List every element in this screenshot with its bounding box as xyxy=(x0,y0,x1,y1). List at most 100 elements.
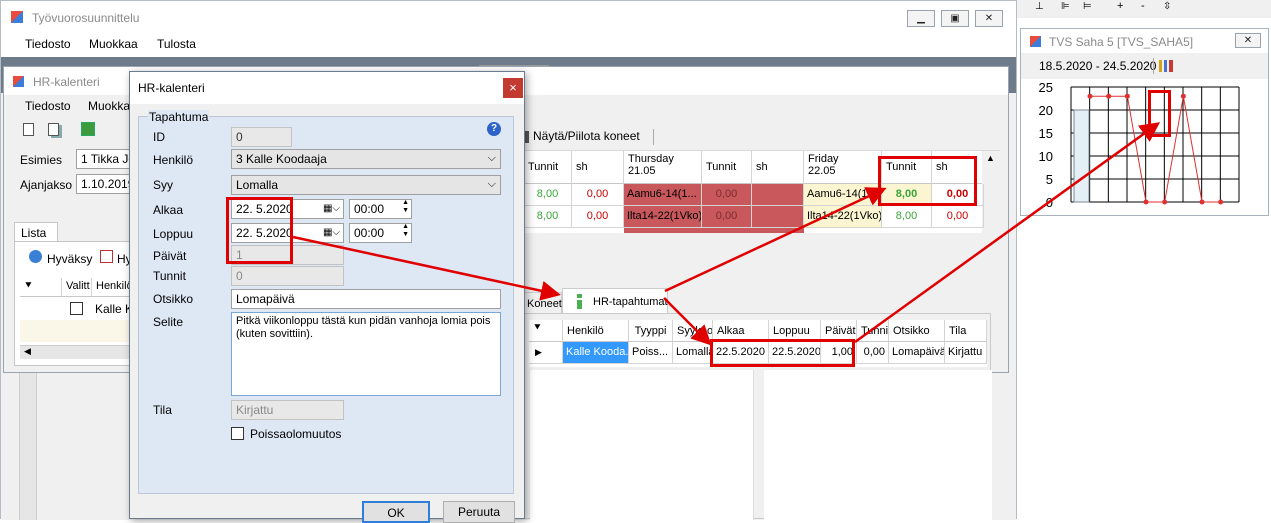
otsikko-field[interactable]: Lomapäivä xyxy=(231,289,501,309)
hyvaksy-button[interactable]: Hyväksy xyxy=(47,252,92,266)
poissaolomuutos-checkbox[interactable] xyxy=(231,427,244,440)
machine-toggle-icon[interactable] xyxy=(525,131,529,143)
tab-koneet[interactable]: Koneet xyxy=(524,292,562,314)
hr-col-otsikko[interactable]: Otsikko xyxy=(889,320,945,342)
annotation-box-chart-bar xyxy=(1148,90,1171,137)
hr-col-filter[interactable]: ⯆ xyxy=(529,320,563,342)
align-right-icon[interactable]: ⊨ xyxy=(1083,1,1092,12)
hdr-tunnit-1[interactable]: Tunnit xyxy=(524,151,572,184)
spinner-icon[interactable]: ▲ ▼ xyxy=(402,200,409,215)
hdr-sh-2[interactable]: sh xyxy=(752,151,804,184)
col-valitt[interactable]: Valitt xyxy=(62,278,92,297)
r2-tunnit-c[interactable]: 8,00 xyxy=(882,206,932,228)
hdr-thursday[interactable]: Thursday 21.05 xyxy=(624,151,702,184)
tab-lista-label: Lista xyxy=(21,226,47,240)
row-select-checkbox[interactable] xyxy=(70,302,83,315)
minimize-button[interactable]: ▁ xyxy=(907,10,935,27)
hr-col-tunnit[interactable]: Tunnit xyxy=(857,320,889,342)
r2-tunnit-b[interactable]: 0,00 xyxy=(702,206,752,228)
calendar-icon[interactable]: ▦⌵ xyxy=(323,201,340,216)
r2-tunnit-a[interactable]: 8,00 xyxy=(524,206,572,228)
calendar-icon[interactable]: ▦⌵ xyxy=(323,225,340,240)
r1-tunnit-a[interactable]: 8,00 xyxy=(524,184,572,206)
filter-icon[interactable]: ⯆ xyxy=(20,278,62,297)
nayta-piilota-button[interactable]: Näytä/Piilota koneet xyxy=(533,129,640,143)
r1-sh-b[interactable] xyxy=(752,184,804,206)
help-icon[interactable]: ? xyxy=(487,122,501,136)
align-left-icon[interactable]: ⊫ xyxy=(1061,1,1070,12)
hdr-thursday-date: 21.05 xyxy=(628,165,656,177)
henkilo-select[interactable]: 3 Kalle Koodaaja ⌵ xyxy=(231,149,501,169)
r2-sh-a[interactable]: 0,00 xyxy=(572,206,624,228)
hr-event-dialog: HR-kalenteri × Tapahtuma ? ID 0 Henkilö … xyxy=(129,71,525,523)
refresh-icon[interactable] xyxy=(81,122,95,136)
hr-row-syykoo[interactable]: Lomalla xyxy=(673,342,713,364)
maximize-button[interactable]: ▣ xyxy=(941,10,969,27)
chart-title-bar: TVS Saha 5 [TVS_SAHA5] ✕ xyxy=(1021,29,1268,53)
vscrollbar[interactable]: ▲ xyxy=(982,151,1000,233)
chart-window-title: TVS Saha 5 [TVS_SAHA5] xyxy=(1049,35,1194,49)
tila-field: Kirjattu xyxy=(231,400,344,420)
poissaolomuutos-label: Poissaolomuutos xyxy=(250,427,342,441)
hdr-sh-1[interactable]: sh xyxy=(572,151,624,184)
hdr-friday[interactable]: Friday 22.05 xyxy=(804,151,882,184)
r2-shift-friday[interactable]: Ilta14-22(1Vko) xyxy=(804,206,882,228)
chart-close-button[interactable]: ✕ xyxy=(1235,33,1261,48)
r2-sh-c[interactable]: 0,00 xyxy=(932,206,984,228)
spinner-icon[interactable]: ▲ ▼ xyxy=(402,224,409,239)
close-icon: × xyxy=(509,80,517,95)
ok-button[interactable]: OK xyxy=(362,501,430,523)
chart-period: 18.5.2020 - 24.5.2020 xyxy=(1039,59,1157,73)
hr-col-tila[interactable]: Tila xyxy=(945,320,987,342)
syy-select[interactable]: Lomalla ⌵ xyxy=(231,175,501,195)
new-document-icon[interactable] xyxy=(23,123,34,136)
r1-tunnit-b[interactable]: 0,00 xyxy=(702,184,752,206)
hr-row-tyyppi[interactable]: Poiss... xyxy=(629,342,673,364)
alkaa-time[interactable]: 00:00 ▲ ▼ xyxy=(349,199,412,219)
alkaa-time-value: 00:00 xyxy=(354,202,385,216)
selite-textarea[interactable]: Pitkä viikonloppu tästä kun pidän vanhoj… xyxy=(231,312,501,396)
r2-shift-thursday[interactable]: Ilta14-22(1Vko) xyxy=(624,206,702,228)
hr-col-tyyppi[interactable]: Tyyppi xyxy=(629,320,673,342)
zoom-in-icon[interactable]: + xyxy=(1117,0,1123,12)
hr-row-arrow-icon[interactable]: ▶ xyxy=(529,342,563,364)
menu-tiedosto[interactable]: Tiedosto xyxy=(25,37,71,51)
hr-row-tunnit[interactable]: 0,00 xyxy=(857,342,889,364)
bar-chart-icon[interactable] xyxy=(1159,60,1173,72)
tab-hr-tapahtumat[interactable]: HR-tapahtumat xyxy=(562,288,668,314)
hr-menu-tiedosto[interactable]: Tiedosto xyxy=(25,99,71,113)
copy-icon[interactable] xyxy=(48,123,59,136)
r1-sh-a[interactable]: 0,00 xyxy=(572,184,624,206)
lista-hscrollbar[interactable]: ◀ xyxy=(20,345,136,359)
menu-muokkaa[interactable]: Muokkaa xyxy=(89,37,138,51)
r3-shift-thursday[interactable] xyxy=(624,228,804,233)
r1-shift-thursday[interactable]: Aamu6-14(1... xyxy=(624,184,702,206)
tunnit-label: Tunnit xyxy=(153,269,186,283)
hr-col-henkilo[interactable]: Henkilö xyxy=(563,320,629,342)
capacity-point xyxy=(1162,199,1168,205)
r2-sh-b[interactable] xyxy=(752,206,804,228)
esimies-field[interactable]: 1 Tikka Jo xyxy=(76,149,136,169)
sort-icon[interactable]: ⇳ xyxy=(1163,1,1171,12)
tab-lista[interactable]: Lista xyxy=(14,222,58,242)
hr-window-title: HR-kalenteri xyxy=(33,75,100,89)
scroll-up-icon[interactable]: ▲ xyxy=(986,153,995,163)
hdr-tunnit-2[interactable]: Tunnit xyxy=(702,151,752,184)
menu-tulosta[interactable]: Tulosta xyxy=(157,37,196,51)
scroll-left-icon[interactable]: ◀ xyxy=(24,346,31,357)
hr-menu-muokkaa[interactable]: Muokka xyxy=(88,99,130,113)
dialog-close-button[interactable]: × xyxy=(503,78,523,98)
hr-row-tila[interactable]: Kirjattu xyxy=(945,342,987,364)
cancel-button[interactable]: Peruuta xyxy=(443,501,515,523)
r1-shift-friday[interactable]: Aamu6-14(1... xyxy=(804,184,882,206)
ajanjakso-field[interactable]: 1.10.2019 xyxy=(76,174,136,194)
pin-icon[interactable]: ⊥ xyxy=(1035,1,1044,12)
hr-row-henkilo[interactable]: Kalle Kooda... xyxy=(563,342,629,364)
hr-col-syykoo[interactable]: Syykoo xyxy=(673,320,713,342)
close-window-button[interactable]: ✕ xyxy=(975,10,1003,27)
zoom-out-icon[interactable]: - xyxy=(1141,0,1145,12)
hr-row-otsikko[interactable]: Lomapäivä xyxy=(889,342,945,364)
approve-icon[interactable] xyxy=(29,250,42,263)
loppuu-time[interactable]: 00:00 ▲ ▼ xyxy=(349,223,412,243)
approve-check-icon[interactable] xyxy=(100,250,113,263)
